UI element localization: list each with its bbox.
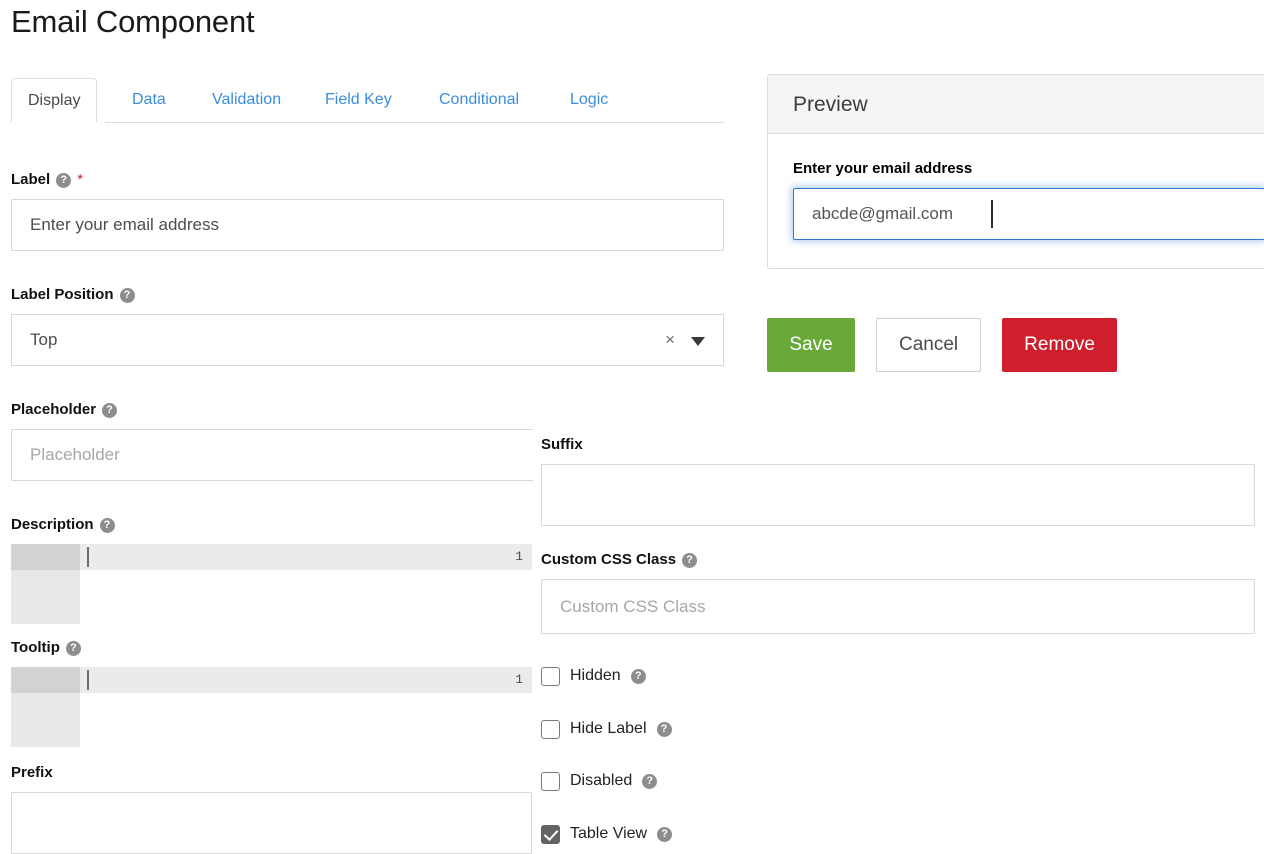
checkbox-row-hidden[interactable]: Hidden ? [541, 665, 646, 687]
tab-validation[interactable]: Validation [196, 78, 297, 123]
custom-css-class-input[interactable] [541, 579, 1255, 634]
question-circle-icon[interactable]: ? [642, 773, 658, 789]
action-buttons: Save Cancel Remove [767, 318, 1117, 372]
description-label: Description ? [11, 515, 533, 535]
suffix-textarea[interactable] [541, 464, 1255, 526]
tab-underline [105, 122, 724, 123]
description-text-cursor [87, 547, 89, 567]
tooltip-text-cursor [87, 670, 89, 690]
checkbox-row-hide-label[interactable]: Hide Label ? [541, 718, 672, 740]
suffix-label-text: Suffix [541, 436, 583, 453]
custom-css-class-field-group: Custom CSS Class ? [541, 550, 1255, 634]
question-circle-icon[interactable]: ? [657, 826, 673, 842]
hidden-checkbox[interactable] [541, 666, 560, 686]
tooltip-label-text: Tooltip [11, 639, 60, 656]
hide-label-checkbox[interactable] [541, 719, 560, 739]
preview-field-label: Enter your email address [793, 160, 973, 177]
tooltip-field-group: Tooltip ? 1 [11, 638, 533, 747]
hide-label-checkbox-label: Hide Label [570, 720, 647, 737]
clear-icon[interactable]: × [665, 315, 675, 365]
placeholder-input[interactable] [11, 429, 533, 481]
disabled-checkbox-label: Disabled [570, 772, 633, 789]
question-circle-icon[interactable]: ? [682, 552, 698, 568]
tab-data[interactable]: Data [116, 78, 182, 123]
description-line-number: 1 [515, 549, 523, 564]
suffix-label: Suffix [541, 435, 1255, 455]
prefix-textarea[interactable] [11, 792, 532, 854]
disabled-checkbox[interactable] [541, 771, 560, 791]
tab-conditional[interactable]: Conditional [423, 78, 535, 123]
suffix-field-group: Suffix [541, 435, 1255, 526]
tab-display[interactable]: Display [11, 78, 98, 123]
custom-css-class-label: Custom CSS Class ? [541, 550, 1255, 570]
placeholder-field-group: Placeholder ? [11, 400, 533, 481]
question-circle-icon[interactable]: ? [630, 668, 646, 684]
prefix-label: Prefix [11, 763, 533, 783]
email-component-editor: Email Component Display Data Validation … [0, 0, 1264, 854]
tooltip-active-line [80, 667, 532, 693]
description-field-group: Description ? 1 [11, 515, 533, 624]
hidden-checkbox-label: Hidden [570, 667, 621, 684]
description-active-line [80, 544, 532, 570]
question-circle-icon[interactable]: ? [99, 517, 115, 533]
description-gutter-active-line [11, 544, 80, 570]
question-circle-icon[interactable]: ? [102, 402, 118, 418]
preview-panel-body: Enter your email address [768, 134, 1264, 268]
table-view-checkbox-label: Table View [570, 825, 648, 842]
remove-button[interactable]: Remove [1002, 318, 1117, 372]
tooltip-line-number: 1 [515, 672, 523, 687]
preview-panel: Preview Enter your email address [767, 74, 1264, 269]
checkbox-row-table-view[interactable]: Table View ? [541, 823, 673, 845]
checkbox-row-disabled[interactable]: Disabled ? [541, 770, 658, 792]
cancel-button[interactable]: Cancel [876, 318, 982, 372]
tab-bar: Display Data Validation Field Key Condit… [11, 78, 724, 123]
tab-logic[interactable]: Logic [554, 78, 624, 123]
tooltip-code-editor[interactable]: 1 [11, 667, 532, 747]
tooltip-gutter-active-line [11, 667, 80, 693]
preview-text-cursor [991, 200, 993, 228]
save-button[interactable]: Save [767, 318, 855, 372]
prefix-label-text: Prefix [11, 764, 53, 781]
description-code-editor[interactable]: 1 [11, 544, 532, 624]
question-circle-icon[interactable]: ? [656, 721, 672, 737]
tooltip-label: Tooltip ? [11, 638, 533, 658]
chevron-down-icon[interactable] [691, 337, 705, 346]
placeholder-label-text: Placeholder [11, 401, 97, 418]
question-circle-icon[interactable]: ? [65, 640, 81, 656]
page-title: Email Component [11, 4, 255, 39]
prefix-field-group: Prefix [11, 763, 533, 854]
description-label-text: Description [11, 516, 94, 533]
preview-panel-title: Preview [768, 75, 1264, 134]
custom-css-class-label-text: Custom CSS Class [541, 551, 677, 568]
preview-email-input[interactable] [793, 188, 1264, 240]
placeholder-label: Placeholder ? [11, 400, 533, 420]
tab-field-key[interactable]: Field Key [309, 78, 408, 123]
table-view-checkbox[interactable] [541, 824, 560, 844]
preview-input-wrap [793, 188, 1264, 240]
right-settings-column: Suffix Custom CSS Class ? Hidden ? Hide … [541, 430, 1264, 854]
left-settings-column: Placeholder ? Description ? 1 Tooltip ? [0, 160, 533, 854]
